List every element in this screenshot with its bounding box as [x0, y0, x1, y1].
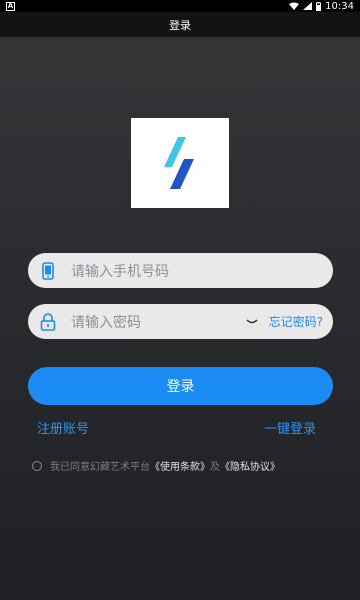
status-time: 10:34 [325, 0, 354, 12]
page-title: 登录 [169, 18, 191, 32]
agreement-prefix: 我已同意幻藏艺术平台 [50, 462, 150, 473]
title-bar: 登录 [0, 12, 360, 37]
wifi-icon [289, 2, 300, 10]
privacy-link[interactable]: 《隐私协议》 [220, 458, 280, 473]
slash-logo-icon [164, 137, 194, 189]
status-bar: A 10:34 [0, 0, 360, 12]
phone-icon [38, 261, 58, 281]
eye-closed-icon[interactable] [243, 315, 261, 329]
phone-placeholder: 请输入手机号码 [71, 263, 169, 280]
phone-input[interactable]: 请输入手机号码 [28, 253, 333, 288]
signal-icon [303, 2, 313, 10]
login-button[interactable]: 登录 [28, 367, 333, 405]
lock-icon [38, 312, 58, 332]
password-placeholder: 请输入密码 [71, 314, 141, 331]
app-logo [131, 118, 229, 208]
one-click-login-link[interactable]: 一键登录 [264, 418, 316, 437]
battery-icon [316, 1, 322, 11]
agree-radio[interactable] [32, 460, 42, 471]
terms-link[interactable]: 《使用条款》 [150, 458, 210, 473]
agreement-row: 我已同意幻藏艺术平台 《使用条款》 及 《隐私协议》 [32, 458, 332, 473]
agreement-and: 及 [210, 462, 220, 473]
password-input[interactable]: 请输入密码 忘记密码? [28, 304, 333, 339]
register-link[interactable]: 注册账号 [37, 418, 89, 437]
forgot-password-link[interactable]: 忘记密码? [269, 313, 323, 330]
notification-a-icon: A [6, 1, 15, 11]
